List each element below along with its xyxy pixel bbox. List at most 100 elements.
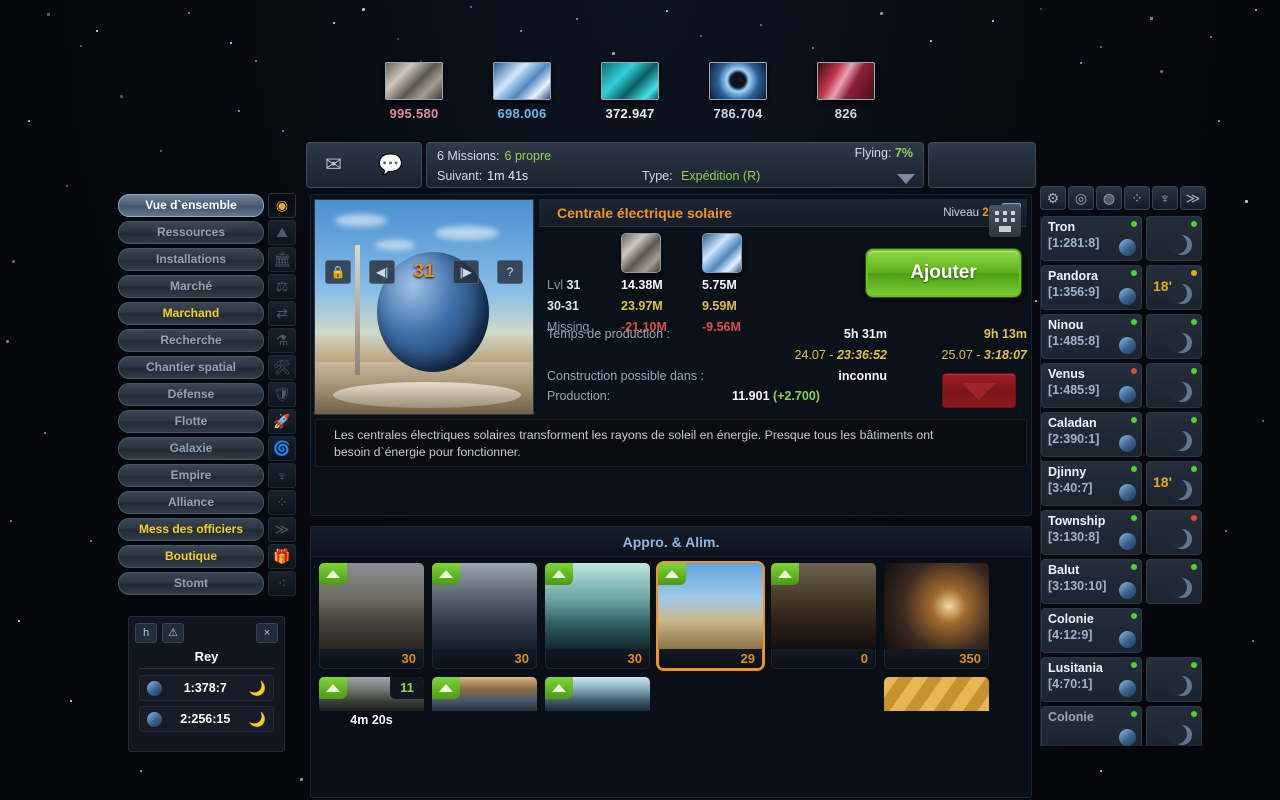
planet-cell-colonie[interactable]: Colonie [4:12:9] (1041, 608, 1142, 653)
chevron-down-icon[interactable] (897, 174, 915, 184)
moon-cell-lusitania[interactable] (1146, 657, 1202, 702)
moon-cell-caladan[interactable] (1146, 412, 1202, 457)
upgrade-arrow-icon[interactable] (432, 677, 460, 699)
sidebar-item-label[interactable]: Empire (118, 464, 264, 487)
empire-icon[interactable]: ♆ (1152, 186, 1178, 210)
sidebar-item-label[interactable]: Marchand (118, 302, 264, 325)
list-item[interactable]: 2:256:15 🌙 (139, 706, 274, 732)
building-card-fusion-reactor[interactable]: 0 (771, 563, 876, 669)
sidebar-item-mess-des-officiers[interactable]: Mess des officiers ≫ (118, 516, 296, 543)
sidebar-item-alliance[interactable]: Alliance ⁘ (118, 489, 296, 516)
resource-energy[interactable]: 826 (792, 62, 900, 124)
sidebar-item-label[interactable]: Défense (118, 383, 264, 406)
planet-cell-caladan[interactable]: Caladan [2:390:1] (1041, 412, 1142, 457)
moon-cell-djinny[interactable]: 18' (1146, 461, 1202, 506)
chat-bubble-icon[interactable]: 💬 (378, 155, 403, 175)
list-item[interactable]: 1:378:7 🌙 (139, 675, 274, 701)
resource-crystal[interactable]: 698.006 (468, 62, 576, 124)
building-card-solar-satellite[interactable]: 350 (884, 563, 989, 669)
moon-cell-colonie[interactable] (1146, 706, 1202, 746)
sidebar-item-d-fense[interactable]: Défense 🛡 (118, 381, 296, 408)
fleet-icon[interactable]: 🚀 (268, 409, 296, 434)
planet-cell-pandora[interactable]: Pandora [1:356:9] (1041, 265, 1142, 310)
sidebar-item-recherche[interactable]: Recherche ⚗ (118, 327, 296, 354)
help-icon[interactable]: ? (496, 260, 523, 284)
sidebar-item-vue-d-ensemble[interactable]: Vue d`ensemble ◉ (118, 192, 296, 219)
sidebar-item-label[interactable]: Marché (118, 275, 264, 298)
sidebar-item-label[interactable]: Flotte (118, 410, 264, 433)
moon-cell-ninou[interactable] (1146, 314, 1202, 359)
mission-info-panel[interactable]: 6 Missions: 6 propre Suivant: 1m 41s Typ… (426, 142, 924, 188)
empire-icon[interactable]: ♆ (268, 463, 296, 488)
sidebar-item-march[interactable]: Marché ⚖ (118, 273, 296, 300)
sidebar-item-label[interactable]: Alliance (118, 491, 264, 514)
lock-icon[interactable]: 🔒 (325, 260, 351, 284)
planet-cell-balut[interactable]: Balut [3:130:10] (1041, 559, 1142, 604)
upgrade-arrow-icon[interactable] (319, 677, 347, 699)
sidebar-item-label[interactable]: Ressources (118, 221, 264, 244)
shipyard-icon[interactable]: 🛠 (268, 355, 296, 380)
upgrade-arrow-icon[interactable] (545, 677, 573, 699)
moon-cell-township[interactable] (1146, 510, 1202, 555)
rey-close-icon[interactable]: × (256, 623, 278, 643)
chevrons-icon[interactable]: ≫ (1180, 186, 1206, 210)
galaxy-icon[interactable]: 🌀 (268, 436, 296, 461)
officers-icon[interactable]: ≫ (268, 517, 296, 542)
planet-cell-colonie[interactable]: Colonie (1041, 706, 1142, 746)
resource-darkmatter[interactable]: 786.704 (684, 62, 792, 124)
building-card-mine-crystal[interactable]: 30 (432, 563, 537, 669)
upgrade-arrow-icon[interactable] (319, 563, 347, 585)
demolish-button[interactable] (942, 373, 1016, 408)
sidebar-item-label[interactable]: Boutique (118, 545, 264, 568)
research-icon[interactable]: ⚗ (268, 328, 296, 353)
rey-h-button[interactable]: h (135, 623, 157, 643)
previous-icon[interactable]: ◀| (369, 260, 396, 284)
gear-icon[interactable]: ⚙ (1040, 186, 1066, 210)
sidebar-item-ressources[interactable]: Ressources ⛰ (118, 219, 296, 246)
sidebar-item-chantier-spatial[interactable]: Chantier spatial 🛠 (118, 354, 296, 381)
building-card-mine-metal[interactable]: 30 (319, 563, 424, 669)
sidebar-item-stomt[interactable]: Stomt ⁖ (118, 570, 296, 597)
sidebar-item-label[interactable]: Recherche (118, 329, 264, 352)
upgrade-arrow-icon[interactable] (432, 563, 460, 585)
building-card-solar-plant[interactable]: 29 (656, 561, 765, 671)
sidebar-item-label[interactable]: Mess des officiers (118, 518, 264, 541)
upgrade-arrow-icon[interactable] (771, 563, 799, 585)
trader-arrows-icon[interactable]: ⇄ (268, 301, 296, 326)
overview-icon[interactable]: ◉ (268, 193, 296, 218)
defense-icon[interactable]: 🛡 (268, 382, 296, 407)
sidebar-item-label[interactable]: Vue d`ensemble (118, 194, 264, 217)
resource-deuterium[interactable]: 372.947 (576, 62, 684, 124)
planet-icon[interactable]: ◍ (1096, 186, 1122, 210)
planet-cell-ninou[interactable]: Ninou [1:485:8] (1041, 314, 1142, 359)
alliance-network-icon[interactable]: ⁘ (1124, 186, 1150, 210)
building-card-locked-slot[interactable] (884, 677, 989, 711)
topbar-right-panel[interactable] (928, 142, 1036, 188)
moon-cell-tron[interactable] (1146, 216, 1202, 261)
sidebar-item-label[interactable]: Chantier spatial (118, 356, 264, 379)
sidebar-item-label[interactable]: Stomt (118, 572, 264, 595)
add-button[interactable]: Ajouter (866, 249, 1021, 297)
building-card-crystal-storage[interactable] (432, 677, 537, 711)
facilities-icon[interactable]: 🏛 (268, 247, 296, 272)
building-card-metal-storage[interactable]: 11 4m 20s (319, 677, 424, 727)
alliance-icon[interactable]: ⁘ (268, 490, 296, 515)
upgrade-arrow-icon[interactable] (658, 563, 686, 585)
moon-cell-venus[interactable] (1146, 363, 1202, 408)
planet-cell-djinny[interactable]: Djinny [3:40:7] (1041, 461, 1142, 506)
resources-icon[interactable]: ⛰ (268, 220, 296, 245)
sidebar-item-marchand[interactable]: Marchand ⇄ (118, 300, 296, 327)
shop-icon[interactable]: 🎁 (268, 544, 296, 569)
moon-cell-balut[interactable] (1146, 559, 1202, 604)
sidebar-item-empire[interactable]: Empire ♆ (118, 462, 296, 489)
sidebar-item-galaxie[interactable]: Galaxie 🌀 (118, 435, 296, 462)
next-icon[interactable]: |▶ (452, 260, 479, 284)
building-card-deuterium-tank[interactable] (545, 677, 650, 711)
sidebar-item-boutique[interactable]: Boutique 🎁 (118, 543, 296, 570)
building-card-deuterium-sync[interactable]: 30 (545, 563, 650, 669)
keypad-icon[interactable] (989, 205, 1021, 237)
envelope-icon[interactable]: ✉ (325, 155, 342, 175)
moon-cell-pandora[interactable]: 18' (1146, 265, 1202, 310)
planet-cell-lusitania[interactable]: Lusitania [4:70:1] (1041, 657, 1142, 702)
sidebar-item-installations[interactable]: Installations 🏛 (118, 246, 296, 273)
